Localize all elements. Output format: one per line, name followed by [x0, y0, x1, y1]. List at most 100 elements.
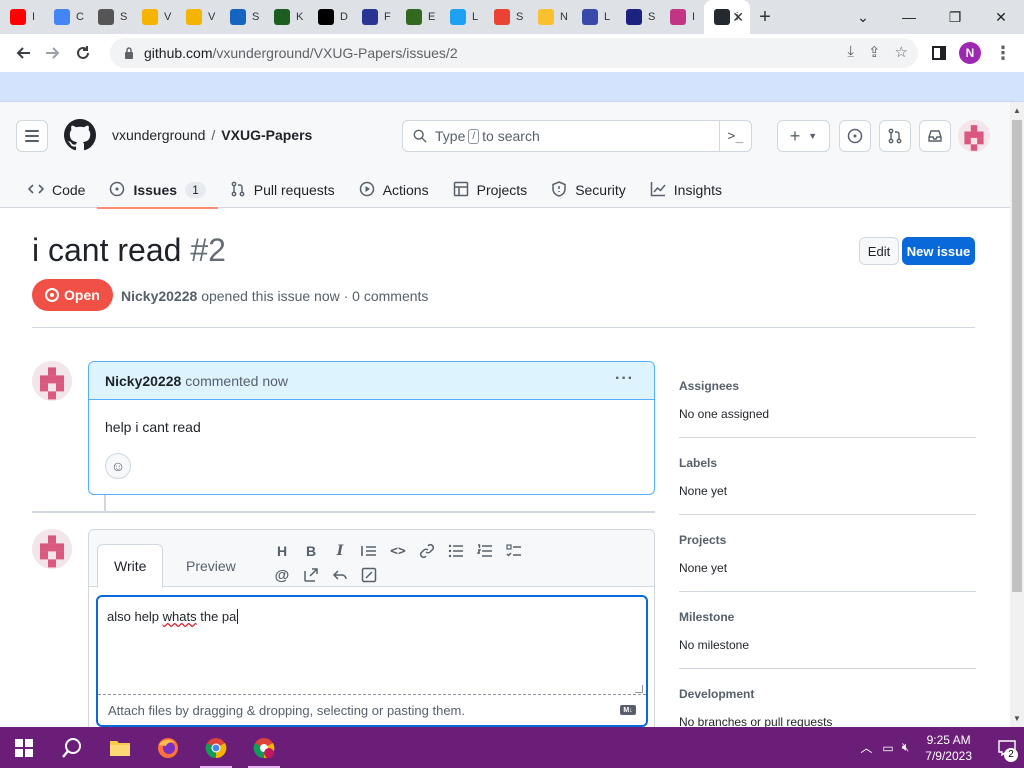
tab-security[interactable]: Security	[539, 172, 638, 208]
sidebar-heading[interactable]: Labels	[679, 456, 976, 470]
browser-tab[interactable]: S	[220, 0, 264, 34]
notification-center-icon[interactable]: 2	[990, 739, 1024, 762]
tab-projects[interactable]: Projects	[441, 172, 540, 208]
browser-tab[interactable]: D	[308, 0, 352, 34]
browser-tab[interactable]: S	[484, 0, 528, 34]
network-icon[interactable]: ▭	[882, 741, 893, 755]
browser-tab[interactable]: K	[264, 0, 308, 34]
new-tab-plus-icon[interactable]: +	[750, 6, 780, 29]
chrome-taskbar-icon[interactable]	[192, 727, 240, 768]
comment-author[interactable]: Nicky20228	[105, 373, 181, 389]
firefox-icon[interactable]	[144, 727, 192, 768]
repo-link[interactable]: VXUG-Papers	[221, 127, 312, 143]
markdown-icon[interactable]: M↓	[620, 705, 636, 715]
browser-tab[interactable]: L	[440, 0, 484, 34]
tab-pull-requests[interactable]: Pull requests	[218, 172, 347, 208]
tab-code[interactable]: Code	[16, 172, 97, 208]
windows-start-icon[interactable]	[0, 727, 48, 768]
edit-title-button[interactable]: Edit	[859, 237, 899, 265]
global-menu-button[interactable]	[16, 120, 48, 152]
attach-files-hint[interactable]: Attach files by dragging & dropping, sel…	[108, 703, 465, 718]
address-bar[interactable]: github.com/vxunderground/VXUG-Papers/iss…	[110, 38, 918, 68]
browser-tab[interactable]: S	[616, 0, 660, 34]
comment-timestamp[interactable]: commented now	[185, 373, 288, 389]
maximize-button[interactable]: ❐	[932, 0, 978, 34]
browser-tab[interactable]: S	[88, 0, 132, 34]
search-input[interactable]: Type / to search >_	[402, 120, 752, 152]
current-user-avatar[interactable]	[32, 529, 72, 569]
file-explorer-icon[interactable]	[96, 727, 144, 768]
volume-mute-icon[interactable]: 🔇︎	[902, 740, 910, 755]
close-window-button[interactable]: ✕	[978, 0, 1024, 34]
share-icon[interactable]: ⇪	[868, 43, 881, 61]
sidebar-heading[interactable]: Development	[679, 687, 976, 701]
author-link[interactable]: Nicky20228	[121, 288, 197, 304]
tab-insights[interactable]: Insights	[638, 172, 734, 208]
heading-icon[interactable]: H	[272, 541, 292, 561]
reload-button[interactable]	[68, 38, 98, 68]
profile-avatar[interactable]: N	[959, 42, 981, 64]
scroll-up-arrow-icon[interactable]: ▲	[1013, 106, 1021, 115]
sidebar-heading[interactable]: Milestone	[679, 610, 976, 624]
scrollbar-thumb[interactable]	[1012, 120, 1022, 592]
tab-issues[interactable]: Issues 1	[97, 172, 219, 209]
code-icon[interactable]: <>	[388, 541, 408, 561]
browser-tab[interactable]: E	[396, 0, 440, 34]
comment-author-avatar[interactable]	[32, 361, 72, 401]
new-issue-button[interactable]: New issue	[902, 237, 975, 265]
browser-tab[interactable]: I	[0, 0, 44, 34]
add-reaction-smiley-icon[interactable]: ☺	[105, 453, 131, 479]
cross-reference-icon[interactable]	[301, 565, 321, 585]
show-hidden-icons-chevron-icon[interactable]: ︿	[860, 739, 872, 756]
inbox-button[interactable]	[919, 120, 951, 152]
comment-options-kebab-icon[interactable]: ···	[615, 370, 634, 388]
bold-icon[interactable]: B	[301, 541, 321, 561]
close-tab-icon[interactable]: ✕	[732, 9, 744, 26]
clock[interactable]: 9:25 AM 7/9/2023	[925, 732, 972, 764]
sidebar-heading[interactable]: Assignees	[679, 379, 976, 393]
sidebar-heading[interactable]: Projects	[679, 533, 976, 547]
tab-search-chevron-icon[interactable]: ⌄	[840, 0, 886, 34]
comment-textarea[interactable]: also help whats the pa Attach files by d…	[96, 595, 648, 727]
tab-preview[interactable]: Preview	[170, 544, 252, 587]
owner-link[interactable]: vxunderground	[112, 127, 205, 143]
resize-handle-icon[interactable]	[635, 685, 643, 693]
forward-button[interactable]	[38, 38, 68, 68]
tab-actions[interactable]: Actions	[347, 172, 441, 208]
browser-tab[interactable]: N	[528, 0, 572, 34]
browser-tab[interactable]: F	[352, 0, 396, 34]
slash-commands-icon[interactable]	[359, 565, 379, 585]
tab-write[interactable]: Write	[97, 544, 164, 588]
reply-icon[interactable]	[330, 565, 350, 585]
mention-icon[interactable]: @	[272, 565, 292, 585]
issues-global-button[interactable]	[839, 120, 871, 152]
command-palette-button[interactable]: >_	[719, 121, 751, 151]
pull-requests-global-button[interactable]	[879, 120, 911, 152]
side-panel-button[interactable]	[924, 38, 954, 68]
search-taskbar-icon[interactable]	[48, 727, 96, 768]
browser-tab[interactable]: C	[44, 0, 88, 34]
chrome-menu-icon[interactable]: ⋮	[988, 38, 1018, 68]
unordered-list-icon[interactable]	[446, 541, 466, 561]
minimize-button[interactable]: —	[886, 0, 932, 34]
tab-title: I	[32, 11, 36, 23]
bookmark-star-icon[interactable]: ☆	[895, 43, 908, 61]
browser-tab[interactable]: L	[572, 0, 616, 34]
browser-tab[interactable]: I	[660, 0, 704, 34]
italic-icon[interactable]: I	[330, 541, 350, 561]
quote-icon[interactable]	[359, 541, 379, 561]
user-avatar[interactable]	[958, 120, 990, 152]
install-app-icon[interactable]: ⤓	[847, 43, 854, 61]
back-button[interactable]	[8, 38, 38, 68]
page-scrollbar[interactable]: ▲ ▼	[1010, 102, 1024, 727]
ordered-list-icon[interactable]	[475, 541, 495, 561]
browser-tab[interactable]: V	[132, 0, 176, 34]
scroll-down-arrow-icon[interactable]: ▼	[1013, 714, 1021, 723]
link-icon[interactable]	[417, 541, 437, 561]
task-list-icon[interactable]	[504, 541, 524, 561]
create-new-button[interactable]: + ▼	[777, 120, 830, 152]
browser-tab[interactable]: i ✕	[704, 0, 750, 34]
browser-tab[interactable]: V	[176, 0, 220, 34]
chrome-profile-taskbar-icon[interactable]	[240, 727, 288, 768]
github-logo-icon[interactable]	[64, 119, 96, 151]
